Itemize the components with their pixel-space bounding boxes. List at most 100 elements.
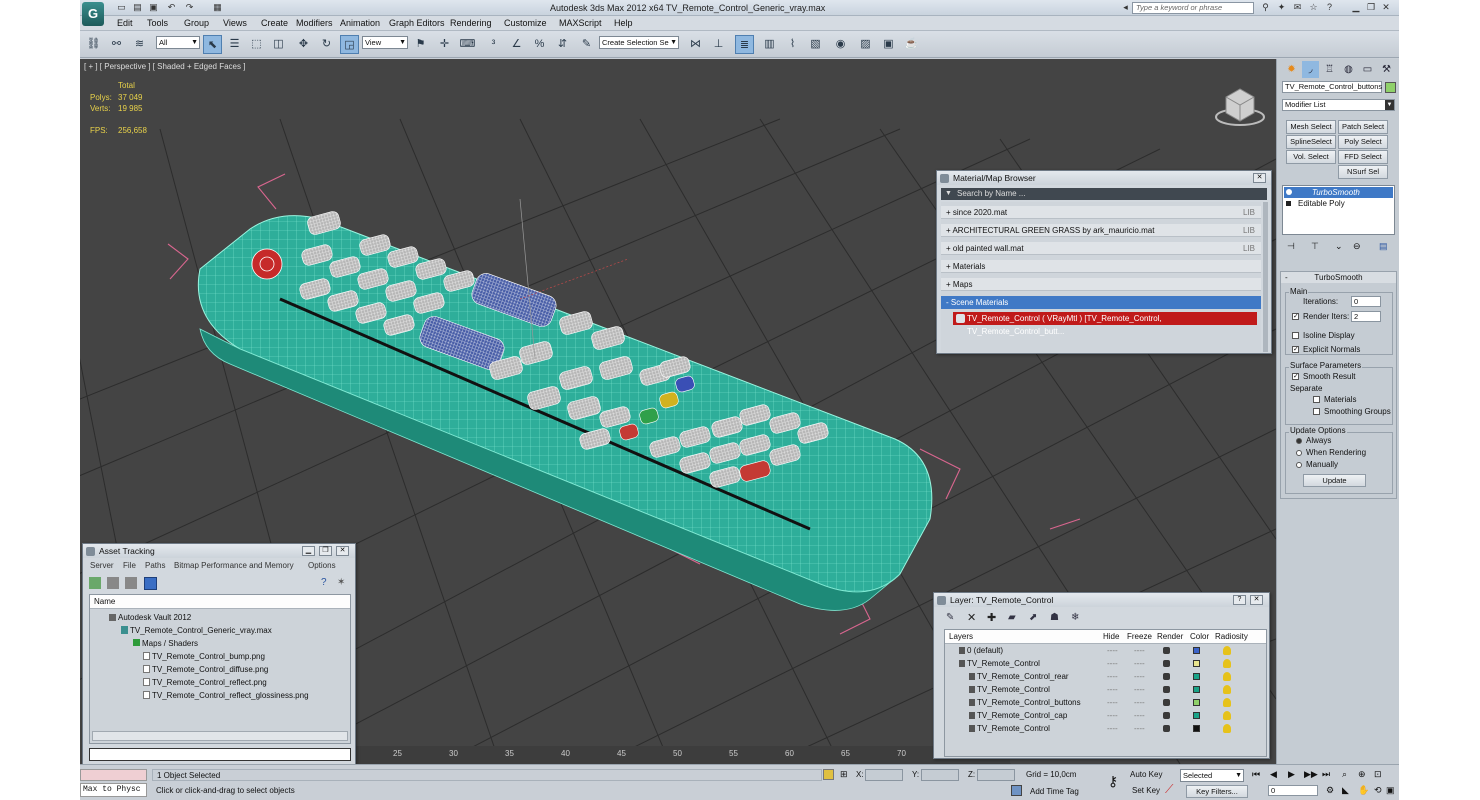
modifier-list-dropdown[interactable]: Modifier List ▼ (1282, 99, 1395, 111)
smooth-result-checkbox[interactable]: ✓ (1292, 373, 1299, 380)
tree-item-bitmap[interactable]: TV_Remote_Control_diffuse.png (90, 663, 350, 676)
x-coordinate-field[interactable] (865, 769, 903, 781)
table-view-icon[interactable] (125, 577, 137, 589)
always-radio[interactable] (1296, 438, 1302, 444)
configure-sets-icon[interactable]: ▤ (1379, 241, 1390, 252)
layer-color-swatch[interactable] (1193, 660, 1200, 667)
asset-menu-file[interactable]: File (123, 560, 136, 572)
viewport-label[interactable]: [ + ] [ Perspective ] [ Shaded + Edged F… (84, 62, 245, 71)
orbit-icon[interactable]: ⟲ (1374, 785, 1386, 796)
render-production-icon[interactable]: ☕ (902, 35, 921, 54)
column-radiosity[interactable]: Radiosity (1215, 630, 1248, 643)
patch-select-button[interactable]: Patch Select (1338, 120, 1388, 134)
asset-path-field[interactable] (89, 748, 351, 761)
radiosity-icon[interactable] (1223, 685, 1231, 694)
layer-hide-toggle[interactable]: ---- (1107, 657, 1118, 670)
asset-menu-options[interactable]: Options (308, 560, 336, 572)
bind-space-warp-icon[interactable]: ≋ (130, 35, 149, 54)
subscription-icon[interactable]: ✦ (1276, 2, 1287, 13)
pin-stack-icon[interactable]: ⊣ (1287, 241, 1297, 251)
isoline-checkbox[interactable] (1292, 332, 1299, 339)
rotate-icon[interactable]: ↻ (317, 35, 336, 54)
layer-freeze-toggle[interactable]: ---- (1134, 644, 1145, 657)
timeline-ruler[interactable]: 25 30 35 40 45 50 55 60 65 70 (360, 749, 1010, 763)
set-key-button[interactable]: Set Key (1132, 786, 1160, 795)
tree-item-maps-folder[interactable]: Maps / Shaders (90, 637, 350, 650)
column-hide[interactable]: Hide (1103, 630, 1119, 643)
remove-modifier-icon[interactable]: ⊖ (1353, 241, 1363, 251)
help-icon[interactable]: ? (1233, 595, 1246, 605)
menu-tools[interactable]: Tools (147, 18, 168, 28)
menu-edit[interactable]: Edit (117, 18, 133, 28)
minimize-icon[interactable]: ▁ (302, 546, 315, 556)
help-search-input[interactable]: Type a keyword or phrase (1132, 2, 1254, 14)
material-search-input[interactable]: Search by Name ... (941, 188, 1267, 200)
pin-icon[interactable]: ✶ (337, 577, 348, 588)
close-icon[interactable]: ✕ (336, 546, 349, 556)
separate-smoothing-checkbox[interactable] (1313, 408, 1320, 415)
spline-select-button[interactable]: SplineSelect (1286, 135, 1336, 149)
zoom-all-icon[interactable]: ⊕ (1358, 769, 1370, 780)
select-by-name-icon[interactable]: ☰ (225, 35, 244, 54)
maxscript-listener-mini[interactable] (80, 769, 147, 781)
hierarchy-tab-icon[interactable]: ♖ (1321, 61, 1338, 78)
redo-icon[interactable]: ↷ (184, 2, 195, 13)
layer-row[interactable]: TV_Remote_Control ---- ---- (945, 722, 1266, 735)
utilities-tab-icon[interactable]: ⚒ (1378, 61, 1395, 78)
expand-icon[interactable] (1286, 201, 1291, 206)
minimize-button[interactable]: ▁ (1350, 2, 1362, 13)
previous-frame-icon[interactable]: ◀ (1270, 769, 1284, 780)
motion-tab-icon[interactable]: ◍ (1340, 61, 1357, 78)
layer-color-swatch[interactable] (1193, 673, 1200, 680)
layer-color-swatch[interactable] (1193, 699, 1200, 706)
search-menu-icon[interactable]: ▼ (945, 190, 952, 197)
field-of-view-icon[interactable]: ◣ (1342, 785, 1354, 796)
graphite-ribbon-icon[interactable]: ▥ (760, 35, 779, 54)
render-iters-spinner[interactable]: 2 (1351, 311, 1381, 322)
tree-item-bitmap[interactable]: TV_Remote_Control_reflect_glossiness.png (90, 689, 350, 702)
move-icon[interactable]: ✥ (294, 35, 313, 54)
layer-row[interactable]: TV_Remote_Control ---- ---- (945, 683, 1266, 696)
keyboard-shortcut-override-icon[interactable]: ⌨ (458, 35, 477, 54)
manually-radio[interactable] (1296, 462, 1302, 468)
go-to-end-icon[interactable]: ⏭ (1322, 769, 1336, 780)
zoom-icon[interactable]: ⌕ (1342, 769, 1354, 780)
select-and-manipulate-icon[interactable]: ✛ (435, 35, 454, 54)
vol-select-button[interactable]: Vol. Select (1286, 150, 1336, 164)
snaps-toggle-icon[interactable]: ³ (484, 35, 503, 54)
restore-button[interactable]: ❐ (1365, 2, 1377, 13)
browser-scrollbar[interactable] (1263, 202, 1268, 352)
render-teapot-icon[interactable] (1163, 725, 1170, 732)
play-icon[interactable]: ▶ (1288, 769, 1302, 780)
update-button[interactable]: Update (1303, 474, 1366, 487)
project-folder-icon[interactable]: ▦ (212, 2, 223, 13)
layer-freeze-toggle[interactable]: ---- (1134, 722, 1145, 735)
time-config-icon[interactable]: ⚙ (1326, 785, 1338, 796)
help-icon[interactable]: ? (321, 577, 332, 588)
group-row-materials[interactable]: + Materials (941, 260, 1261, 273)
layer-color-swatch[interactable] (1193, 725, 1200, 732)
curve-editor-icon[interactable]: ⌇ (783, 35, 802, 54)
align-icon[interactable]: ⊥ (709, 35, 728, 54)
layer-freeze-toggle[interactable]: ---- (1134, 683, 1145, 696)
zoom-extents-icon[interactable]: ⊡ (1374, 769, 1386, 780)
asset-horizontal-scrollbar[interactable] (92, 731, 348, 741)
radiosity-icon[interactable] (1223, 698, 1231, 707)
open-file-icon[interactable]: ▤ (132, 2, 143, 13)
radiosity-icon[interactable] (1223, 711, 1231, 720)
radiosity-icon[interactable] (1223, 724, 1231, 733)
ffd-select-button[interactable]: FFD Select (1338, 150, 1388, 164)
maxscript-input[interactable]: Max to Physc (80, 783, 147, 797)
explicit-normals-checkbox[interactable]: ✓ (1292, 346, 1299, 353)
named-selection-dropdown[interactable]: Create Selection Se ▼ (599, 36, 679, 49)
column-color[interactable]: Color (1190, 630, 1209, 643)
rollout-collapse-icon[interactable]: - (1285, 273, 1288, 282)
menu-help[interactable]: Help (614, 18, 633, 28)
mesh-select-button[interactable]: Mesh Select (1286, 120, 1336, 134)
turbosmooth-rollout-title[interactable]: TurboSmooth (1281, 272, 1396, 283)
scale-icon[interactable]: ◲ (340, 35, 359, 54)
select-object-icon[interactable]: ⬉ (203, 35, 222, 54)
freeze-all-layers-icon[interactable]: ❄ (1071, 612, 1083, 624)
layer-hide-toggle[interactable]: ---- (1107, 696, 1118, 709)
perspective-viewport[interactable]: [ + ] [ Perspective ] [ Shaded + Edged F… (80, 59, 1276, 764)
